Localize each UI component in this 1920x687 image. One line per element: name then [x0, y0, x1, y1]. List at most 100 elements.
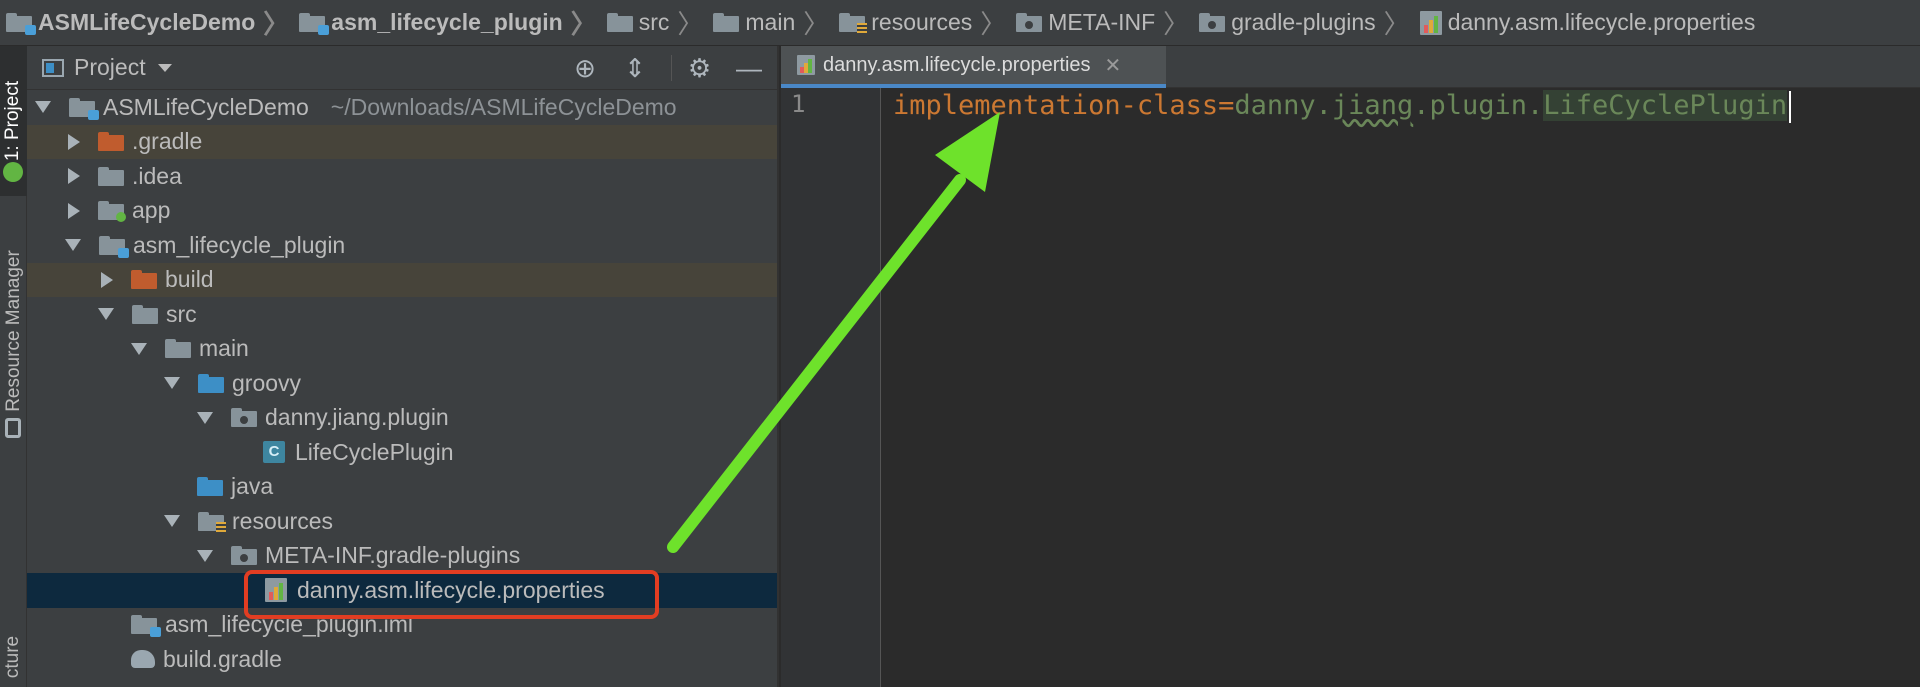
chevron-right-icon: 〉: [263, 9, 290, 39]
tree-item-resources[interactable]: resources: [27, 504, 777, 539]
folder-icon: [713, 13, 740, 32]
properties-file-icon: [797, 55, 815, 75]
breadcrumb: ASMLifeCycleDemo 〉 asm_lifecycle_plugin …: [0, 0, 1920, 46]
folder-icon: [98, 166, 124, 186]
folder-icon: [606, 13, 633, 32]
code-line[interactable]: implementation-class=danny.jiang.plugin.…: [893, 90, 1792, 123]
expand-arrow-icon[interactable]: [35, 101, 51, 114]
breadcrumb-item-module[interactable]: asm_lifecycle_plugin 〉: [299, 4, 606, 41]
text-caret: [1789, 90, 1792, 123]
breadcrumb-item-main[interactable]: main 〉: [713, 4, 839, 41]
collapse-all-icon[interactable]: ⇕: [621, 55, 649, 81]
folder-icon: [165, 339, 191, 359]
collapse-arrow-icon[interactable]: [101, 271, 113, 288]
chevron-right-icon: 〉: [677, 9, 704, 39]
tab-properties-file[interactable]: danny.asm.lifecycle.properties ✕: [781, 46, 1166, 88]
package-folder-icon: [231, 546, 257, 566]
project-view-selector[interactable]: Project: [74, 54, 146, 81]
gradle-icon: [131, 650, 155, 669]
source-folder-icon: [198, 373, 224, 393]
breadcrumb-item-resources[interactable]: resources 〉: [839, 4, 1016, 41]
expand-arrow-icon[interactable]: [131, 342, 147, 355]
chevron-right-icon: 〉: [570, 9, 597, 39]
android-module-folder-icon: [98, 201, 126, 223]
collapse-arrow-icon[interactable]: [68, 202, 80, 219]
tree-item-root[interactable]: ASMLifeCycleDemo ~/Downloads/ASMLifeCycl…: [27, 90, 777, 125]
tool-window-strip: 1: Project Resource Manager cture: [0, 46, 27, 687]
breadcrumb-item-root[interactable]: ASMLifeCycleDemo 〉: [6, 4, 299, 41]
tab-structure[interactable]: cture: [0, 626, 27, 687]
folder-icon: [132, 304, 158, 324]
close-icon[interactable]: ✕: [1105, 53, 1122, 78]
chevron-down-icon[interactable]: [157, 63, 172, 72]
android-icon: [3, 162, 23, 182]
properties-file-icon: [1419, 10, 1442, 35]
tree-item-iml-file[interactable]: asm_lifecycle_plugin.iml: [27, 608, 777, 643]
property-value-part: .plugin.: [1413, 90, 1544, 121]
ide-window: ASMLifeCycleDemo 〉 asm_lifecycle_plugin …: [0, 0, 1920, 687]
module-folder-icon: [299, 13, 330, 35]
expand-arrow-icon[interactable]: [197, 549, 213, 562]
breadcrumb-item-gradle-plugins[interactable]: gradle-plugins 〉: [1199, 4, 1420, 41]
editor-tab-bar: danny.asm.lifecycle.properties ✕: [781, 46, 1920, 88]
expand-arrow-icon[interactable]: [164, 377, 180, 390]
package-folder-icon: [231, 408, 257, 428]
property-value-typo: jiang: [1331, 90, 1414, 121]
resource-manager-icon: [5, 418, 21, 438]
project-panel-toolbar: ⊕ ⇕ ⚙ —: [571, 46, 763, 90]
collapse-arrow-icon[interactable]: [68, 133, 80, 150]
chevron-right-icon: 〉: [1163, 9, 1190, 39]
editor-gutter: [781, 88, 881, 687]
breadcrumb-item-meta-inf[interactable]: META-INF 〉: [1016, 4, 1199, 41]
chevron-right-icon: 〉: [980, 9, 1007, 39]
tree-item-src[interactable]: src: [27, 297, 777, 332]
tree-item-class-file[interactable]: C LifeCyclePlugin: [27, 435, 777, 470]
module-folder-icon: [69, 97, 99, 120]
collapse-arrow-icon[interactable]: [68, 168, 80, 185]
tree-item-meta-inf[interactable]: META-INF.gradle-plugins: [27, 539, 777, 574]
minimize-icon[interactable]: —: [735, 55, 763, 81]
expand-arrow-icon[interactable]: [164, 515, 180, 528]
package-folder-icon: [1016, 13, 1043, 32]
package-folder-icon: [1199, 13, 1226, 32]
chevron-right-icon: 〉: [1383, 9, 1410, 39]
project-view-icon: [42, 58, 64, 77]
tree-item-build[interactable]: build: [27, 262, 777, 297]
tree-item-build-gradle[interactable]: build.gradle: [27, 642, 777, 677]
tree-item-plugin-module[interactable]: asm_lifecycle_plugin: [27, 228, 777, 263]
tree-item-main[interactable]: main: [27, 332, 777, 367]
module-file-icon: [131, 615, 161, 638]
expand-arrow-icon[interactable]: [65, 239, 81, 252]
expand-arrow-icon[interactable]: [197, 411, 213, 424]
tree-item-app[interactable]: app: [27, 194, 777, 229]
property-equals: =: [1218, 90, 1235, 121]
expand-arrow-icon[interactable]: [98, 308, 114, 321]
source-folder-icon: [197, 477, 223, 497]
properties-file-icon: [265, 578, 287, 603]
module-folder-icon: [6, 13, 36, 35]
tree-item-java[interactable]: java: [27, 470, 777, 505]
tree-item-gradle[interactable]: .gradle: [27, 124, 777, 159]
gear-icon[interactable]: ⚙: [671, 55, 713, 81]
breadcrumb-item-src[interactable]: src 〉: [606, 4, 714, 41]
line-number: 1: [791, 90, 806, 118]
tree-item-groovy[interactable]: groovy: [27, 366, 777, 401]
tree-item-package[interactable]: danny.jiang.plugin: [27, 401, 777, 436]
tab-resource-manager[interactable]: Resource Manager: [0, 216, 27, 446]
property-key: implementation-class: [893, 90, 1219, 121]
project-panel: Project ⊕ ⇕ ⚙ — ASMLifeCycleDemo ~/Downl…: [27, 46, 779, 687]
editor: danny.asm.lifecycle.properties ✕ 1 imple…: [781, 46, 1920, 687]
excluded-folder-icon: [131, 270, 157, 290]
tree-item-properties-file[interactable]: danny.asm.lifecycle.properties: [27, 573, 777, 608]
chevron-right-icon: 〉: [803, 9, 830, 39]
resources-folder-icon: [839, 13, 868, 35]
module-folder-icon: [99, 235, 129, 258]
locate-icon[interactable]: ⊕: [571, 55, 599, 81]
excluded-folder-icon: [98, 132, 124, 152]
property-value-class: LifeCyclePlugin: [1543, 90, 1788, 121]
breadcrumb-item-file[interactable]: danny.asm.lifecycle.properties: [1419, 9, 1755, 36]
resources-folder-icon: [198, 511, 226, 534]
tree-item-idea[interactable]: .idea: [27, 159, 777, 194]
property-value-part: danny.: [1234, 90, 1332, 121]
project-panel-header: Project ⊕ ⇕ ⚙ —: [27, 46, 777, 90]
